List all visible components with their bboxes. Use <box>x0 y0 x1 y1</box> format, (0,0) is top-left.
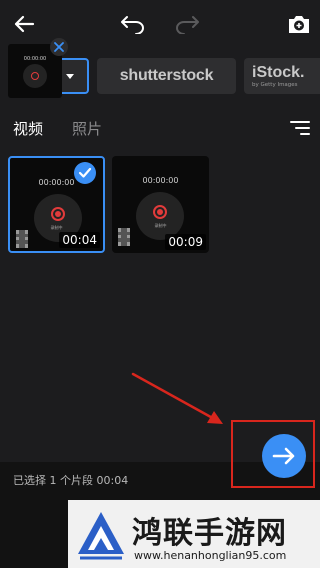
site-logo-icon <box>78 512 124 560</box>
next-button[interactable] <box>262 434 306 478</box>
site-watermark: 鸿联手游网 www.henanhonglian95.com <box>68 500 320 568</box>
watermark-url: www.henanhonglian95.com <box>134 549 287 562</box>
arrow-right-icon <box>272 447 295 465</box>
watermark-title: 鸿联手游网 <box>132 516 287 551</box>
